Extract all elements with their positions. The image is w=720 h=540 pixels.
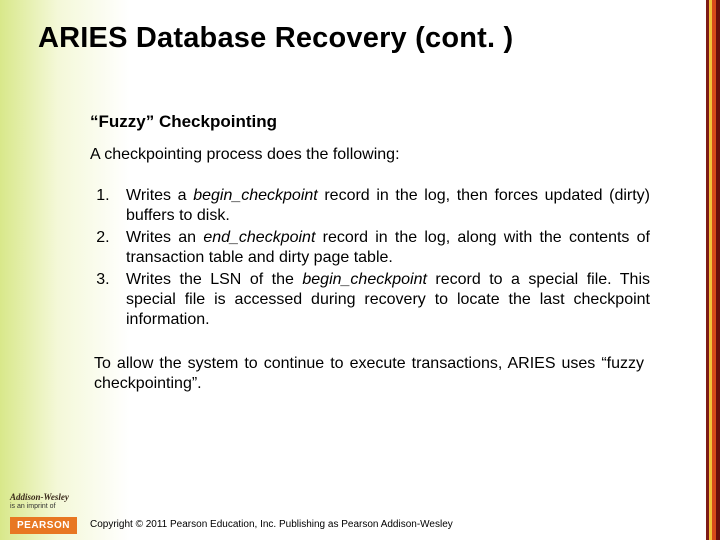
slide-title: ARIES Database Recovery (cont. ) (38, 22, 513, 55)
steps-list: Writes a begin_checkpoint record in the … (90, 186, 650, 330)
step-em: begin_checkpoint (302, 271, 427, 288)
brand-name: Addison-Wesley (10, 493, 80, 502)
step-pre: Writes an (126, 229, 203, 246)
footer: Addison-Wesley is an imprint of PEARSON … (0, 484, 720, 540)
step-item: Writes a begin_checkpoint record in the … (114, 186, 650, 226)
publisher-logo: Addison-Wesley is an imprint of (10, 493, 80, 510)
step-pre: Writes the LSN of the (126, 271, 302, 288)
imprint-text: is an imprint of (10, 503, 56, 510)
copyright-text: Copyright © 2011 Pearson Education, Inc.… (90, 519, 453, 530)
right-accent-bars (706, 0, 720, 540)
slide-body: “Fuzzy” Checkpointing A checkpointing pr… (90, 112, 650, 394)
step-em: begin_checkpoint (193, 187, 318, 204)
step-item: Writes the LSN of the begin_checkpoint r… (114, 270, 650, 330)
closing-text: To allow the system to continue to execu… (90, 354, 650, 394)
step-item: Writes an end_checkpoint record in the l… (114, 228, 650, 268)
step-em: end_checkpoint (203, 229, 315, 246)
subheading: “Fuzzy” Checkpointing (90, 112, 650, 132)
slide: ARIES Database Recovery (cont. ) “Fuzzy”… (0, 0, 720, 540)
pearson-badge: PEARSON (10, 517, 77, 534)
step-pre: Writes a (126, 187, 193, 204)
intro-text: A checkpointing process does the followi… (90, 146, 650, 164)
